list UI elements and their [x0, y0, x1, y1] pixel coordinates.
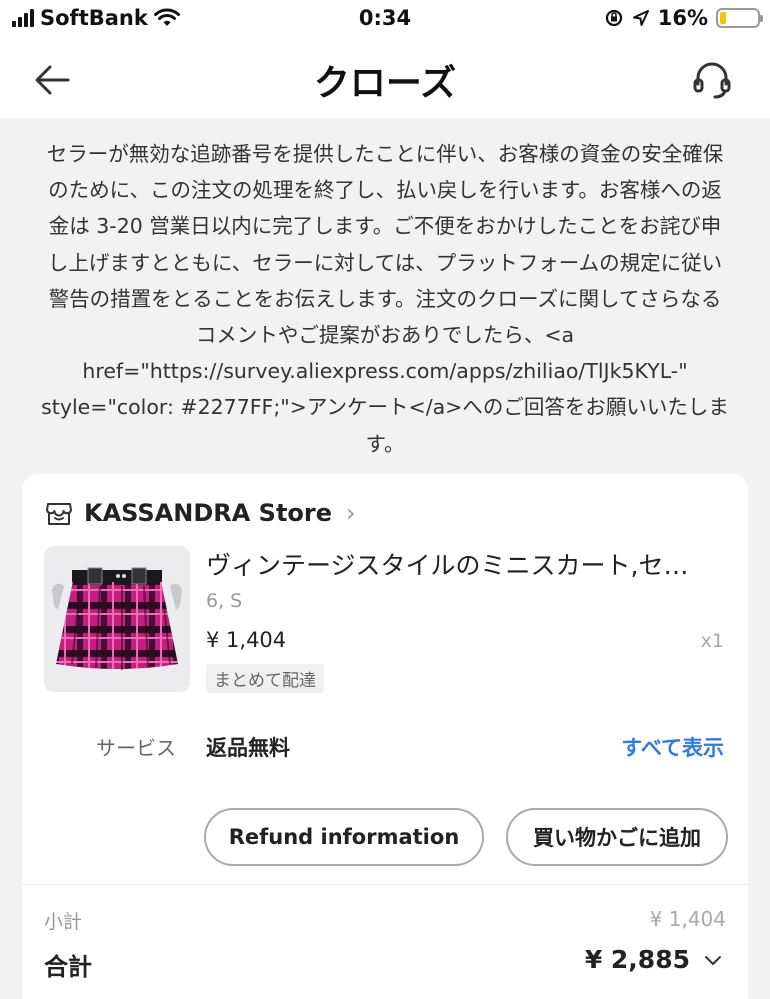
refund-information-button[interactable]: Refund information: [204, 808, 484, 866]
service-value: 返品無料: [206, 736, 290, 760]
subtotal-value: ¥ 1,404: [649, 907, 726, 931]
service-label: サービス: [96, 736, 176, 760]
add-to-cart-button[interactable]: 買い物かごに追加: [506, 808, 728, 866]
battery-fill: [720, 12, 726, 24]
order-card: KASSANDRA Store › ヴィンテージスタイルのミニスカート,セ… 6…: [22, 474, 748, 884]
subtotal-label: 小計: [44, 911, 83, 933]
store-name[interactable]: KASSANDRA Store: [84, 499, 332, 527]
nav-bar: クローズ: [0, 40, 770, 118]
closure-notice: セラーが無効な追跡番号を提供したことに伴い、お客様の資金の安全確保のために、この…: [41, 142, 729, 456]
product-price: ¥ 1,404: [206, 628, 287, 652]
combined-delivery-tag: まとめて配達: [206, 664, 324, 693]
order-totals: 小計 ¥ 1,404 合計 ¥ 2,885: [22, 885, 748, 999]
product-quantity: x1: [700, 630, 724, 652]
show-all-link[interactable]: すべて表示: [621, 732, 724, 762]
battery-percent: 16%: [657, 6, 708, 30]
product-image[interactable]: [44, 546, 190, 692]
product-variant: 6, S: [206, 590, 243, 612]
location-arrow-icon: [632, 10, 649, 26]
chevron-down-icon[interactable]: [702, 949, 724, 971]
status-right: 16%: [604, 6, 763, 30]
chevron-right-icon: ›: [346, 499, 356, 527]
headset-icon[interactable]: [690, 58, 734, 102]
plaid-skirt-image: [44, 546, 190, 692]
product-title[interactable]: ヴィンテージスタイルのミニスカート,セ…: [206, 546, 726, 582]
orientation-lock-icon: [605, 9, 622, 27]
battery-icon: [716, 8, 763, 28]
page-title: クローズ: [313, 63, 457, 104]
status-bar: SoftBank 0:34 16%: [0, 0, 770, 40]
store-header[interactable]: KASSANDRA Store ›: [44, 498, 356, 528]
total-label: 合計: [44, 953, 92, 981]
store-icon: [46, 503, 72, 525]
total-value[interactable]: ¥ 2,885: [585, 945, 690, 974]
